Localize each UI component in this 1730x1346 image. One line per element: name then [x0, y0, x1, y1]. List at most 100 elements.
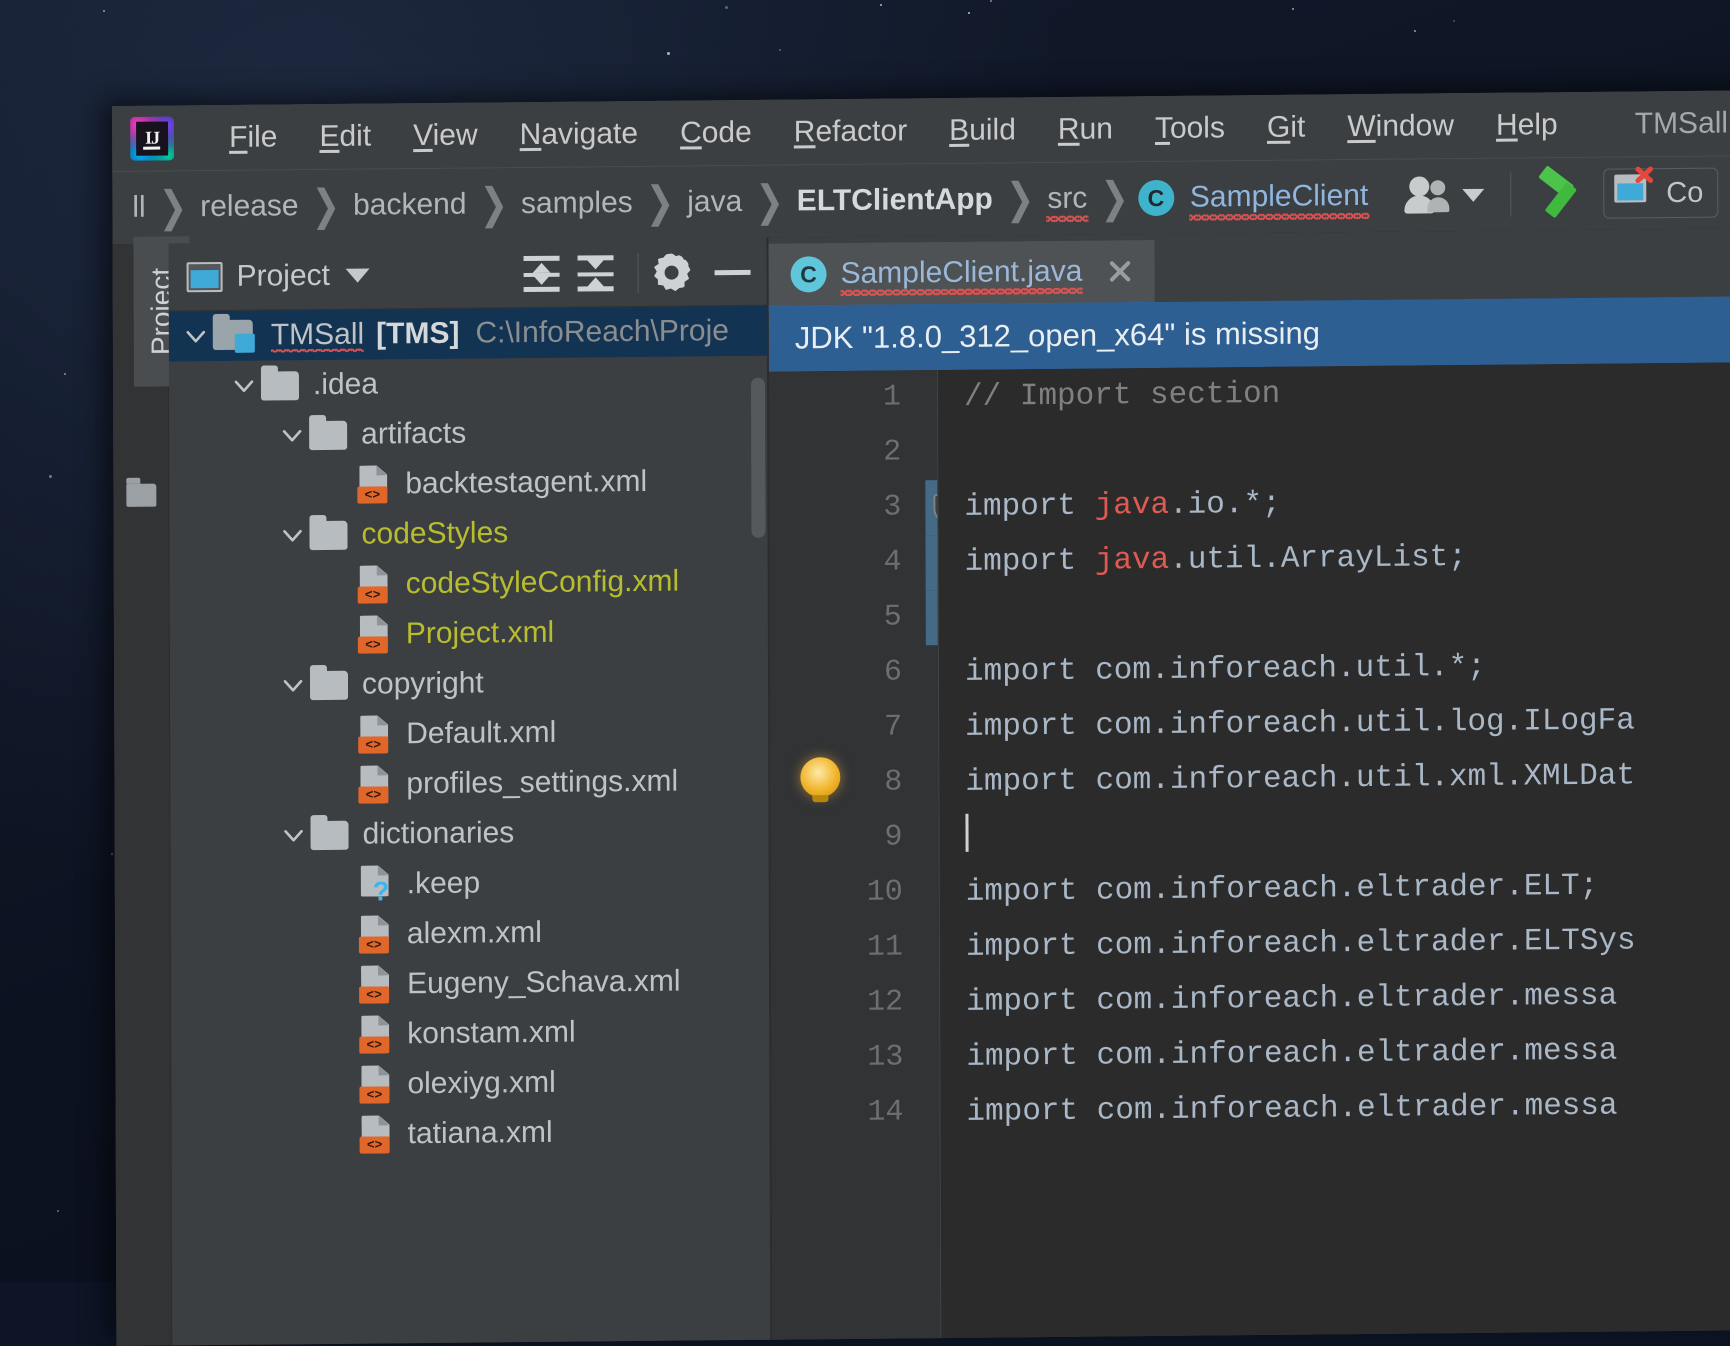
- menu-item-file[interactable]: File: [208, 118, 298, 157]
- code-line: import com.inforeach.util.xml.XMLDat: [965, 747, 1730, 810]
- jdk-missing-banner[interactable]: JDK "1.8.0_312_open_x64" is missing: [769, 296, 1730, 372]
- code-editor: 1234567891011121314 // Import section im…: [769, 362, 1730, 1342]
- menu-item-view[interactable]: View: [392, 116, 499, 155]
- line-number: 1: [769, 370, 937, 427]
- tree-row[interactable]: <>Eugeny_Schava.xml: [171, 956, 771, 1012]
- chevron-down-icon[interactable]: [276, 672, 310, 698]
- breadcrumb-item-java[interactable]: java: [683, 185, 746, 220]
- tree-row[interactable]: <>tatiana.xml: [172, 1106, 772, 1162]
- collapse-all-icon[interactable]: [574, 253, 618, 293]
- project-tool-window: Project TMSall[TMS]C:\InfoReach\Proje.id…: [168, 238, 772, 1346]
- chevron-down-icon[interactable]: [227, 373, 261, 399]
- code-line: import com.inforeach.eltrader.messa: [966, 967, 1730, 1030]
- editor-tab-label: SampleClient.java: [841, 255, 1083, 291]
- menu-item-navigate[interactable]: Navigate: [499, 114, 660, 154]
- code-text[interactable]: // Import section import java.io.*;impor…: [937, 362, 1730, 1340]
- tree-row-label: TMSall: [271, 318, 364, 353]
- folder-icon: [309, 520, 347, 549]
- line-number: 13: [771, 1030, 939, 1087]
- gear-icon[interactable]: [653, 253, 691, 291]
- chevron-down-icon[interactable]: [276, 822, 310, 848]
- code-line: [965, 582, 1730, 645]
- xml-file-icon: <>: [359, 965, 393, 1003]
- tree-row[interactable]: artifacts: [169, 406, 769, 462]
- chevron-down-icon[interactable]: [346, 268, 370, 282]
- run-configuration-selector[interactable]: Co: [1603, 168, 1718, 219]
- hide-panel-icon[interactable]: [711, 252, 755, 290]
- folder-icon[interactable]: [126, 484, 156, 507]
- people-icon[interactable]: [1406, 176, 1452, 214]
- tree-row-label: tatiana.xml: [408, 1116, 553, 1151]
- unknown-file-icon: ?: [359, 865, 393, 903]
- tree-row[interactable]: codeStyles: [169, 506, 769, 562]
- close-icon[interactable]: [1104, 256, 1134, 286]
- tree-row[interactable]: TMSall[TMS]C:\InfoReach\Proje: [169, 306, 769, 362]
- breadcrumb-separator: ❯: [159, 182, 188, 232]
- tree-row[interactable]: <>Project.xml: [170, 606, 770, 662]
- tree-row-label: codeStyleConfig.xml: [406, 565, 680, 602]
- breadcrumb-item-ll[interactable]: ll: [128, 191, 149, 225]
- expand-all-icon[interactable]: [520, 253, 564, 293]
- breadcrumb-label: src: [1043, 182, 1091, 216]
- menu-items: FileEditViewNavigateCodeRefactorBuildRun…: [208, 105, 1579, 156]
- menu-item-tools[interactable]: Tools: [1134, 109, 1246, 148]
- line-number: 6: [770, 645, 938, 702]
- breadcrumb-item-eltclientapp[interactable]: ELTClientApp: [793, 183, 997, 219]
- menu-item-edit[interactable]: Edit: [298, 117, 392, 156]
- breadcrumb-item-release[interactable]: release: [196, 189, 303, 224]
- code-line: // Import section: [964, 362, 1730, 425]
- breadcrumb-label: release: [196, 189, 303, 224]
- editor-area: C SampleClient.java JDK "1.8.0_312_open_…: [768, 228, 1730, 1342]
- tree-row[interactable]: dictionaries: [170, 806, 770, 862]
- code-line: import com.inforeach.util.*;: [965, 637, 1730, 700]
- chevron-down-icon[interactable]: [1462, 188, 1484, 201]
- ide-body: Project Project T: [112, 228, 1730, 1346]
- menu-item-window[interactable]: Window: [1326, 106, 1475, 145]
- menu-item-build[interactable]: Build: [928, 111, 1037, 150]
- menu-item-code[interactable]: Code: [659, 113, 773, 152]
- chevron-down-icon[interactable]: [275, 522, 309, 548]
- tree-row-label: copyright: [362, 666, 484, 701]
- tree-row[interactable]: <>profiles_settings.xml: [170, 756, 770, 812]
- breadcrumb-item-src[interactable]: src: [1043, 182, 1091, 216]
- tree-row[interactable]: <>Default.xml: [170, 706, 770, 762]
- tree-row[interactable]: <>konstam.xml: [171, 1006, 771, 1062]
- tree-row[interactable]: <>backtestagent.xml: [169, 456, 769, 512]
- line-number: 14: [771, 1085, 939, 1142]
- window-title: TMSall: [1635, 106, 1728, 141]
- menu-item-help[interactable]: Help: [1475, 105, 1579, 144]
- breadcrumb-label: backend: [349, 188, 471, 223]
- menu-item-refactor[interactable]: Refactor: [773, 112, 929, 151]
- lightbulb-icon[interactable]: [800, 757, 840, 797]
- java-class-icon: C: [791, 256, 827, 292]
- tree-row[interactable]: <>olexiyg.xml: [171, 1056, 771, 1112]
- menu-item-git[interactable]: Git: [1246, 108, 1326, 147]
- hammer-build-icon[interactable]: [1537, 170, 1589, 218]
- tree-row[interactable]: <>alexm.xml: [171, 906, 771, 962]
- toolbar-divider: [638, 252, 639, 292]
- project-tree-scrollbar[interactable]: [751, 378, 766, 538]
- breadcrumb-item-sampleclient[interactable]: CSampleClient: [1138, 178, 1373, 216]
- window-close-red-x-icon: [1614, 174, 1656, 212]
- chevron-down-icon[interactable]: [179, 323, 213, 349]
- code-line: [964, 417, 1730, 480]
- tree-row[interactable]: .idea: [169, 356, 769, 412]
- breadcrumb-item-backend[interactable]: backend: [349, 188, 471, 223]
- chevron-down-icon[interactable]: [275, 422, 309, 448]
- xml-file-icon: <>: [358, 765, 392, 803]
- breadcrumb-separator: ❯: [1100, 173, 1129, 223]
- menu-item-run[interactable]: Run: [1037, 110, 1134, 149]
- tree-row-label: Default.xml: [406, 716, 556, 751]
- line-number: 2: [769, 425, 937, 482]
- tree-row[interactable]: copyright: [170, 656, 770, 712]
- run-config-label: Co: [1666, 176, 1703, 209]
- tree-row[interactable]: ?.keep: [171, 856, 771, 912]
- project-panel-header: Project: [168, 238, 768, 312]
- tab-sampleclient-java[interactable]: C SampleClient.java: [768, 240, 1154, 306]
- tree-row[interactable]: <>codeStyleConfig.xml: [170, 556, 770, 612]
- breadcrumb-separator: ❯: [479, 179, 508, 229]
- project-tree[interactable]: TMSall[TMS]C:\InfoReach\Proje.ideaartifa…: [169, 306, 773, 1346]
- editor-gutter[interactable]: 1234567891011121314: [769, 370, 940, 1342]
- xml-file-icon: <>: [357, 465, 391, 503]
- breadcrumb-item-samples[interactable]: samples: [517, 186, 637, 221]
